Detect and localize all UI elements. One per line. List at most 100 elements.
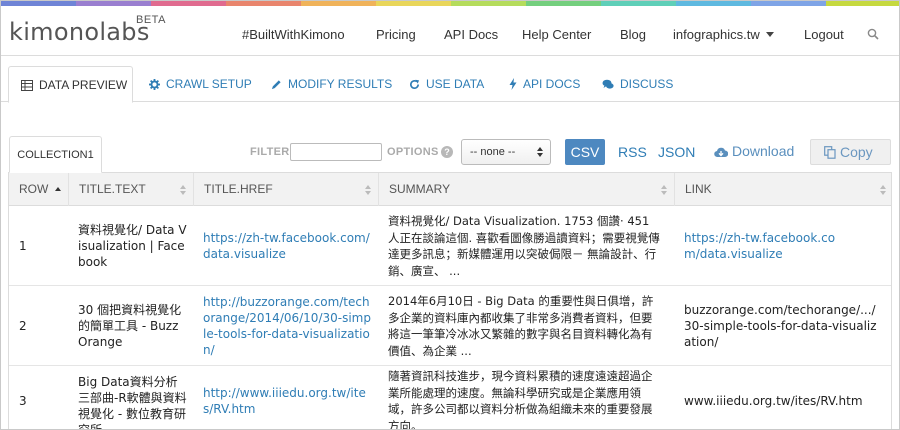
cell-text: 資料視覺化/ Data Visualization. 1753 個讚· 451 … — [388, 214, 660, 278]
copy-icon — [824, 146, 836, 159]
nav-blog[interactable]: Blog — [620, 27, 646, 42]
cell-link[interactable]: http://www.iiiedu.org.tw/ites/RV.htm — [203, 385, 372, 417]
nav-built-with-kimono[interactable]: #BuiltWithKimono — [242, 27, 345, 42]
data-table: ROW TITLE.TEXT TITLE.HREF SUMMARY LINK 1… — [8, 172, 892, 430]
cell-text: 2 — [19, 319, 27, 333]
app-window: kimonolabs BETA #BuiltWithKimono Pricing… — [0, 0, 900, 430]
sort-icon — [880, 185, 886, 195]
json-link[interactable]: JSON — [658, 144, 695, 160]
cell-summary: 隨著資訊科技進步，現今資料累積的速度遠遠超過企業所能處理的速度。無論科學研究或是… — [378, 366, 674, 430]
filter-label: FILTER — [250, 146, 290, 158]
cell-text: 隨著資訊科技進步，現今資料累積的速度遠遠超過企業所能處理的速度。無論科學研究或是… — [388, 369, 653, 430]
chevron-down-icon — [765, 32, 774, 37]
table-row: 2 30 個把資料視覺化的簡單工具 - BuzzOrange http://bu… — [9, 286, 891, 366]
tab-data-preview[interactable]: DATA PREVIEW — [8, 66, 133, 103]
search-icon[interactable] — [867, 28, 879, 40]
tab-label: CRAWL SETUP — [166, 77, 252, 91]
column-header-title-href[interactable]: TITLE.HREF — [193, 173, 378, 206]
cell-summary: 2014年6月10日 - Big Data 的重要性與日俱增，許多企業的資料庫內… — [378, 286, 674, 366]
tab-label: API DOCS — [523, 77, 581, 91]
pencil-icon — [271, 80, 281, 90]
top-header: kimonolabs BETA #BuiltWithKimono Pricing… — [1, 6, 899, 56]
cell-text: 1 — [19, 239, 27, 253]
nav-pricing[interactable]: Pricing — [376, 27, 416, 42]
sort-icon — [365, 185, 371, 195]
copy-label: Copy — [840, 144, 873, 160]
options-select[interactable]: -- none -- — [461, 139, 551, 165]
column-label: TITLE.HREF — [204, 182, 273, 196]
sort-icon — [180, 185, 186, 195]
table-header: ROW TITLE.TEXT TITLE.HREF SUMMARY LINK — [9, 173, 891, 206]
select-arrows-icon — [537, 147, 543, 157]
cell-title-text: 30 個把資料視覺化的簡單工具 - BuzzOrange — [68, 286, 193, 366]
gear-icon — [149, 79, 160, 90]
column-header-summary[interactable]: SUMMARY — [378, 173, 674, 206]
cell-title-text: 資料視覺化/ Data Visualization | Facebook — [68, 206, 193, 286]
bolt-icon — [509, 78, 517, 90]
cell-text: 30 個把資料視覺化的簡單工具 - BuzzOrange — [78, 303, 182, 349]
logout-link[interactable]: Logout — [804, 27, 844, 42]
select-value: -- none -- — [470, 146, 516, 158]
cloud-download-icon — [714, 147, 729, 158]
column-header-title-text[interactable]: TITLE.TEXT — [68, 173, 193, 206]
tab-label: DISCUSS — [620, 77, 674, 91]
kimonolabs-logo[interactable]: kimonolabs BETA — [9, 14, 165, 46]
cell-text: 資料視覺化/ Data Visualization | Facebook — [78, 223, 187, 269]
rss-link[interactable]: RSS — [618, 144, 647, 160]
refresh-icon — [410, 79, 420, 89]
beta-badge: BETA — [136, 14, 166, 26]
tab-discuss[interactable]: DISCUSS — [602, 66, 673, 102]
download-button[interactable]: Download — [714, 143, 794, 159]
cell-title-href: http://buzzorange.com/techorange/2014/06… — [193, 286, 378, 366]
brand-name: kimonolabs — [9, 18, 150, 46]
account-dropdown[interactable]: infographics.tw — [673, 27, 774, 42]
column-label: ROW — [19, 182, 49, 196]
tab-modify-results[interactable]: MODIFY RESULTS — [271, 66, 392, 102]
tab-label: DATA PREVIEW — [39, 78, 128, 92]
sort-asc-icon — [55, 187, 61, 191]
cell-link[interactable]: http://buzzorange.com/techorange/2014/06… — [203, 294, 372, 358]
cell-text: 2014年6月10日 - Big Data 的重要性與日俱增，許多企業的資料庫內… — [388, 294, 654, 358]
download-label: Download — [732, 143, 795, 159]
tab-crawl-setup[interactable]: CRAWL SETUP — [149, 66, 252, 102]
filter-input[interactable] — [290, 143, 382, 161]
cell-title-href: https://zh-tw.facebook.com/data.visualiz… — [193, 206, 378, 286]
tab-label: USE DATA — [426, 77, 485, 91]
account-name: infographics.tw — [673, 27, 760, 42]
tab-label: MODIFY RESULTS — [288, 77, 393, 91]
column-label: TITLE.TEXT — [79, 182, 146, 196]
main-tab-bar: DATA PREVIEW CRAWL SETUP MODIFY RESULTS … — [1, 66, 899, 103]
cell-link: www.iiiedu.org.tw/ites/RV.htm — [674, 366, 889, 429]
collection-tab[interactable]: COLLECTION1 — [9, 136, 102, 173]
cell-row: 2 — [9, 286, 68, 366]
cell-text: buzzorange.com/techorange/.../30-simple-… — [684, 303, 877, 349]
cell-link[interactable]: https://zh-tw.facebook.com/data.visualiz… — [684, 230, 848, 262]
nav-help-center[interactable]: Help Center — [522, 27, 591, 42]
table-row: 3 Big Data資料分析三部曲-R軟體與資料視覺化 - 數位教育研究所 ht… — [9, 366, 891, 430]
chat-icon — [602, 79, 614, 89]
options-label: OPTIONS — [387, 146, 439, 158]
column-header-row[interactable]: ROW — [9, 173, 68, 206]
cell-row: 1 — [9, 206, 68, 286]
cell-title-text: Big Data資料分析三部曲-R軟體與資料視覺化 - 數位教育研究所 — [68, 366, 193, 430]
cell-text: Big Data資料分析三部曲-R軟體與資料視覺化 - 數位教育研究所 — [78, 375, 187, 430]
csv-button[interactable]: CSV — [565, 139, 605, 165]
cell-text: www.iiiedu.org.tw/ites/RV.htm — [684, 394, 863, 408]
copy-button[interactable]: Copy — [810, 139, 891, 165]
nav-api-docs[interactable]: API Docs — [444, 27, 498, 42]
tab-api-docs[interactable]: API DOCS — [509, 66, 580, 102]
table-icon — [21, 80, 33, 91]
cell-link[interactable]: https://zh-tw.facebook.com/data.visualiz… — [203, 230, 372, 262]
table-row: 1 資料視覺化/ Data Visualization | Facebook h… — [9, 206, 891, 286]
cell-link: https://zh-tw.facebook.com/data.visualiz… — [674, 206, 854, 286]
cell-title-href: http://www.iiiedu.org.tw/ites/RV.htm — [193, 366, 378, 429]
cell-link: buzzorange.com/techorange/.../30-simple-… — [674, 286, 889, 366]
cell-summary: 資料視覺化/ Data Visualization. 1753 個讚· 451 … — [378, 206, 674, 286]
column-label: LINK — [685, 182, 712, 196]
help-icon[interactable]: ? — [441, 146, 453, 158]
cell-row: 3 — [9, 366, 68, 429]
tab-use-data[interactable]: USE DATA — [409, 66, 484, 102]
cell-text: 3 — [19, 394, 27, 408]
column-label: SUMMARY — [389, 182, 451, 196]
column-header-link[interactable]: LINK — [674, 173, 891, 206]
